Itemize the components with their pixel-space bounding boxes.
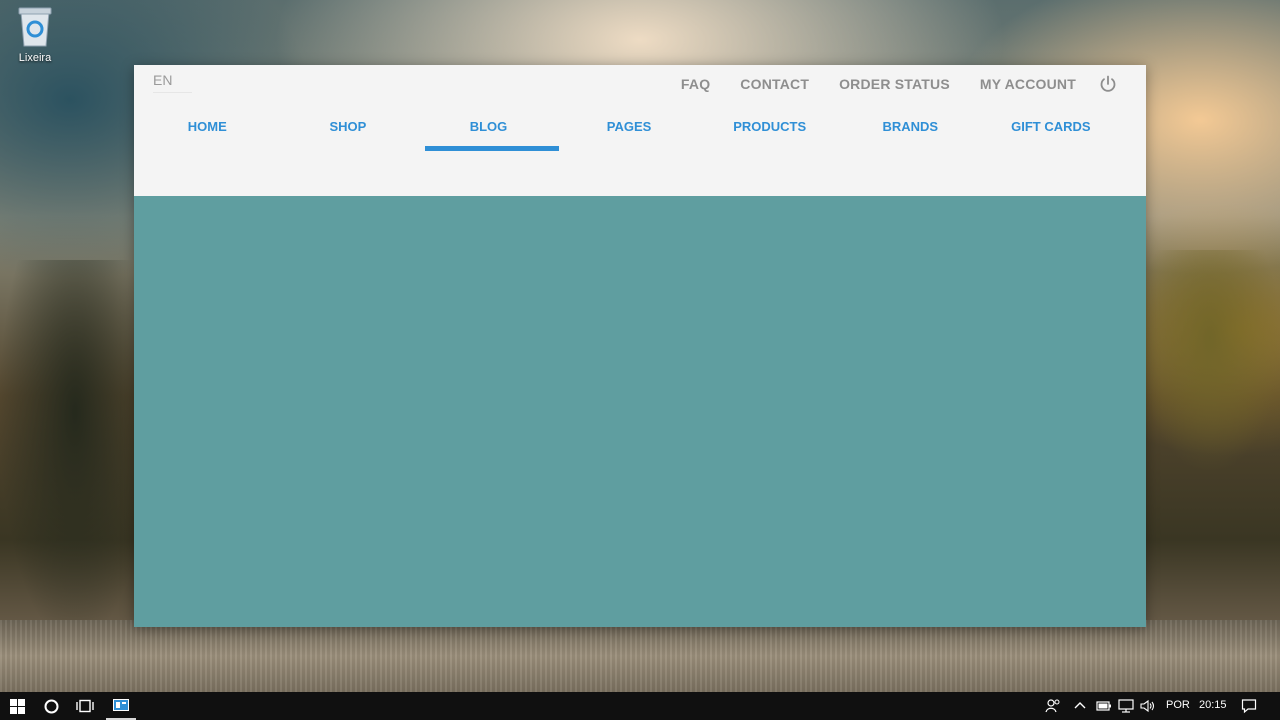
- cortana-search-icon: [44, 699, 58, 713]
- nav-item-products[interactable]: PRODUCTS: [699, 112, 840, 151]
- input-language-indicator[interactable]: POR: [1166, 699, 1190, 711]
- desktop-icon-label: Lixeira: [18, 52, 52, 64]
- power-icon[interactable]: [1099, 75, 1117, 93]
- nav-item-home[interactable]: HOME: [137, 112, 278, 151]
- content-area: [134, 196, 1146, 627]
- app-window-icon: [113, 699, 129, 711]
- background-ground: [0, 620, 1280, 692]
- nav-item-gift-cards[interactable]: GIFT CARDS: [981, 112, 1122, 151]
- volume-icon[interactable]: [1140, 699, 1156, 713]
- language-selector[interactable]: EN: [153, 72, 193, 93]
- nav-item-blog[interactable]: BLOG: [418, 112, 559, 151]
- recycle-bin-icon: [18, 7, 52, 47]
- top-links: FAQ CONTACT ORDER STATUS MY ACCOUNT: [681, 76, 1076, 92]
- background-foliage-left: [0, 260, 150, 640]
- desktop-icon-recycle-bin[interactable]: Lixeira: [8, 6, 62, 64]
- taskbar: POR 20:15: [0, 692, 1280, 720]
- task-view-icon: [76, 699, 94, 713]
- app-window: EN FAQ CONTACT ORDER STATUS MY ACCOUNT H…: [134, 65, 1146, 627]
- nav-item-brands[interactable]: BRANDS: [840, 112, 981, 151]
- network-icon[interactable]: [1118, 699, 1134, 713]
- battery-icon[interactable]: [1096, 700, 1112, 712]
- top-link-order-status[interactable]: ORDER STATUS: [839, 76, 950, 92]
- people-icon[interactable]: [1045, 698, 1061, 714]
- top-link-contact[interactable]: CONTACT: [740, 76, 809, 92]
- clock[interactable]: 20:15: [1199, 699, 1227, 711]
- top-link-my-account[interactable]: MY ACCOUNT: [980, 76, 1076, 92]
- cortana-button[interactable]: [34, 692, 68, 720]
- notification-icon[interactable]: [1241, 698, 1257, 714]
- nav-item-pages[interactable]: PAGES: [559, 112, 700, 151]
- nav-item-shop[interactable]: SHOP: [278, 112, 419, 151]
- chevron-up-icon[interactable]: [1074, 700, 1086, 710]
- main-nav: HOME SHOP BLOG PAGES PRODUCTS BRANDS GIF…: [137, 112, 1137, 151]
- top-link-faq[interactable]: FAQ: [681, 76, 710, 92]
- windows-start-icon: [9, 698, 25, 714]
- task-view-button[interactable]: [68, 692, 102, 720]
- background-foliage-right: [1140, 250, 1280, 470]
- start-button[interactable]: [0, 692, 34, 720]
- taskbar-app-button[interactable]: [106, 692, 136, 720]
